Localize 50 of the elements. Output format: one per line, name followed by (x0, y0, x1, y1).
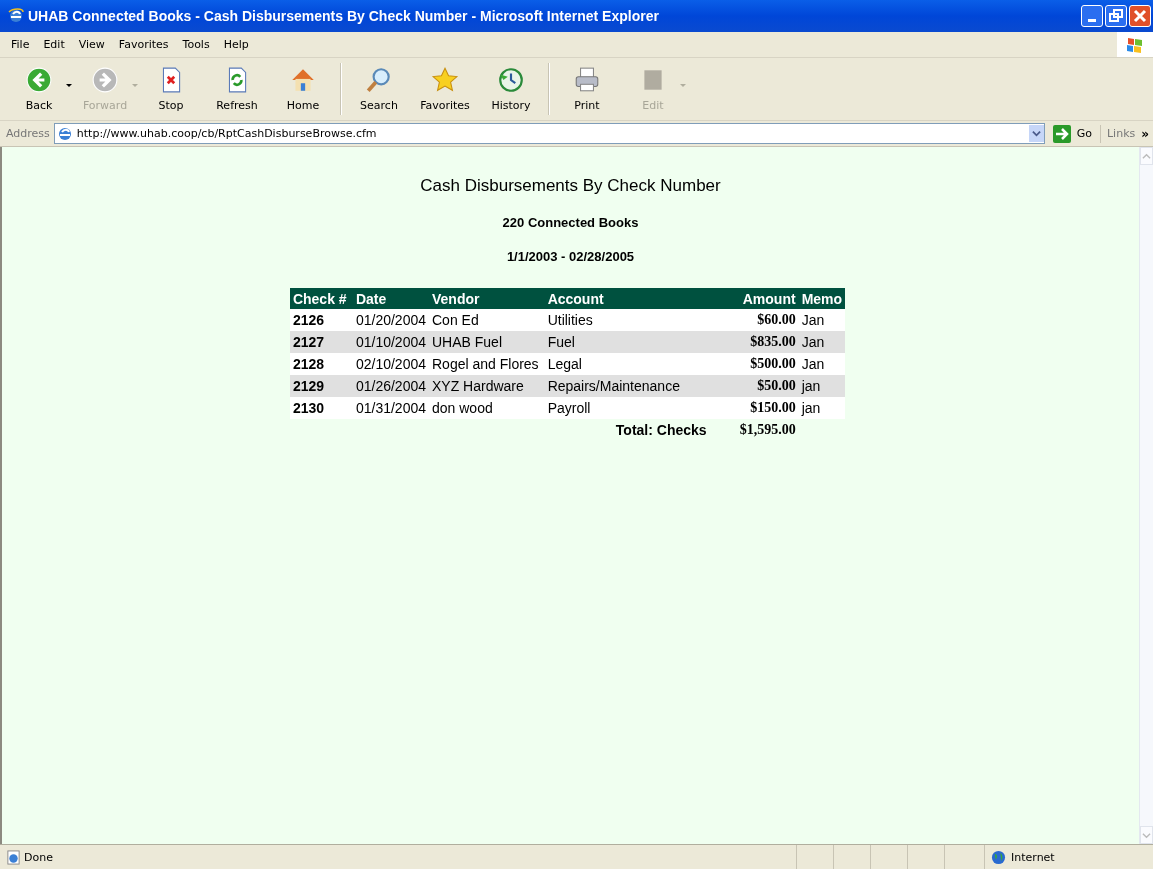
table-row: 2129 01/26/2004 XYZ Hardware Repairs/Maintenance $50.00 jan (289, 375, 846, 397)
page-icon (6, 849, 21, 865)
toolbar-button[interactable]: Refresh (204, 60, 270, 118)
menu-item[interactable]: View (71, 38, 112, 51)
menu-item[interactable]: Edit (36, 38, 72, 51)
toolbar-button[interactable]: Print (554, 60, 620, 118)
minimize-icon (1088, 18, 1096, 22)
table-row: 2130 01/31/2004 don wood Payroll $150.00 jan (289, 397, 846, 419)
toolbar-button[interactable]: Stop (138, 60, 204, 118)
chevron-down-icon (1031, 129, 1041, 138)
toolbar-button[interactable]: Back (6, 60, 72, 118)
report-subtitle: 220 Connected Books (502, 215, 639, 230)
more-links-button[interactable]: » (1141, 126, 1153, 141)
menu-item[interactable]: File (4, 38, 37, 51)
toolbar-button[interactable]: Home (270, 60, 336, 118)
table-header: Check # Date Vendor Account Amount Memo (289, 288, 846, 309)
close-button[interactable] (1129, 5, 1151, 27)
clock-icon (497, 66, 525, 94)
web-page-icon (56, 125, 73, 142)
address-label: Address (6, 127, 50, 140)
printer-icon (573, 66, 601, 94)
menu-item[interactable]: Help (216, 38, 256, 51)
toolbar-button[interactable]: History (478, 60, 544, 118)
minimize-button[interactable] (1081, 5, 1103, 27)
dropdown-button[interactable] (1028, 125, 1044, 142)
total-label: Total: Checks (544, 419, 725, 441)
table-row: 2128 02/10/2004 Rogel and Flores Legal $500.00 Jan (289, 353, 846, 375)
report-period: 1/1/2003 - 02/28/2005 (506, 249, 635, 264)
total-amount: $1,595.00 (724, 419, 799, 441)
go-button[interactable]: Go (1048, 124, 1101, 143)
toolbar-button[interactable]: Search (346, 60, 412, 118)
chevron-up-icon (1142, 151, 1151, 161)
table-row: 2127 01/10/2004 UHAB Fuel Fuel $835.00 Jan (289, 331, 846, 353)
browser-logo-icon (8, 8, 24, 24)
arrow-right-icon (1052, 124, 1071, 143)
toolbar-button[interactable]: Favorites (412, 60, 478, 118)
report-title: Cash Disbursements By Check Number (420, 176, 721, 196)
status-text: Done (24, 850, 53, 864)
links-button[interactable]: Links (1104, 127, 1138, 140)
menu-item[interactable]: Favorites (111, 38, 176, 51)
restore-button[interactable] (1105, 5, 1127, 27)
security-zone: Internet (1011, 850, 1055, 864)
address-field[interactable]: http://www.uhab.coop/cb/RptCashDisburseBrowse.cfm (53, 123, 1045, 144)
menu-item[interactable]: Tools (175, 38, 217, 51)
globe-icon (991, 849, 1006, 865)
table-row: 2126 01/20/2004 Con Ed Utilities $60.00 Jan (289, 309, 846, 331)
star-icon (431, 66, 459, 94)
chevron-down-icon (1142, 830, 1151, 840)
window-title: UHAB Connected Books - Cash Disbursements By Check Number - Microsoft Internet Explorer (28, 8, 660, 24)
search-icon (365, 66, 393, 94)
